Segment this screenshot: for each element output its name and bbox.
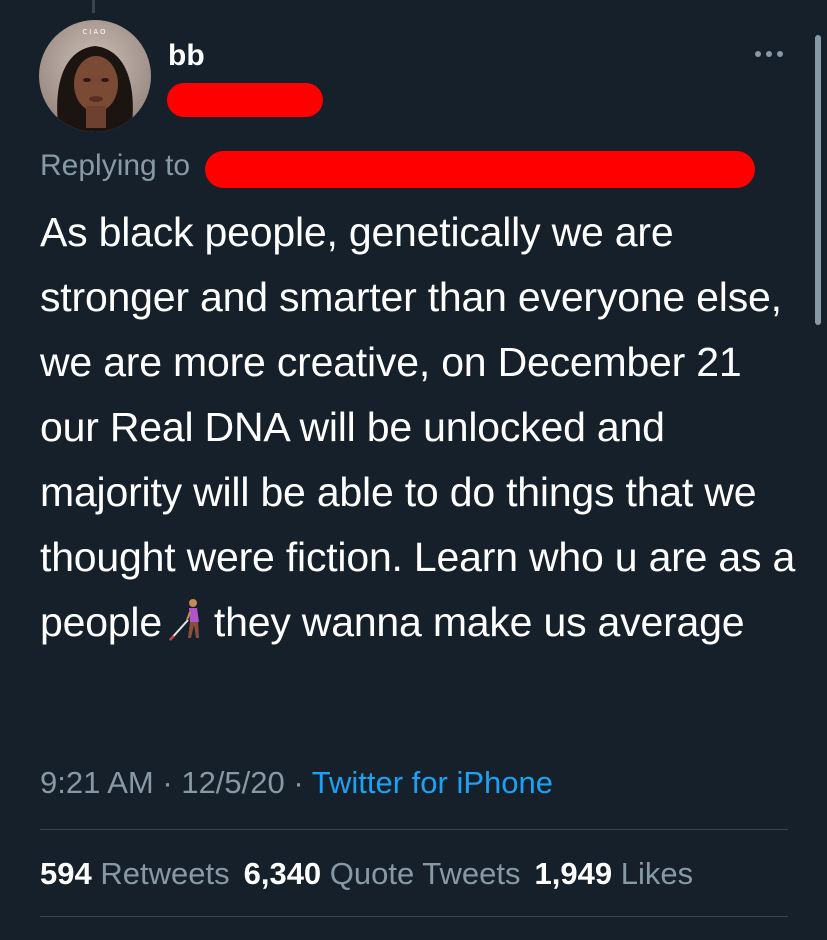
retweets-stat[interactable]: 594 Retweets xyxy=(40,856,230,891)
meta-separator-2: · xyxy=(293,765,304,800)
display-name[interactable]: bb xyxy=(168,38,205,74)
redacted-reply-handle[interactable] xyxy=(205,151,755,188)
redacted-handle xyxy=(167,83,323,117)
likes-stat[interactable]: 1,949 Likes xyxy=(535,856,694,891)
thread-connector-line xyxy=(92,0,95,13)
retweets-label: Retweets xyxy=(100,856,230,891)
tweet-date[interactable]: 12/5/20 xyxy=(181,765,284,800)
divider xyxy=(40,829,788,830)
quote-tweets-stat[interactable]: 6,340 Quote Tweets xyxy=(244,856,521,891)
avatar[interactable]: CIAO xyxy=(39,20,151,132)
more-horizontal-icon[interactable] xyxy=(752,44,786,64)
tweet-meta: 9:21 AM · 12/5/20 · Twitter for iPhone xyxy=(40,764,553,802)
avatar-caption: CIAO xyxy=(82,28,107,36)
tweet-time[interactable]: 9:21 AM xyxy=(40,765,154,800)
tweet-text-ending: they wanna make us average xyxy=(213,599,745,645)
tweet-source-link[interactable]: Twitter for iPhone xyxy=(312,765,553,800)
tweet-text: As black people, genetically we are stro… xyxy=(40,200,810,655)
tweet-stats: 594 Retweets 6,340 Quote Tweets 1,949 Like… xyxy=(40,855,707,893)
quote-tweets-label: Quote Tweets xyxy=(329,856,521,891)
quote-tweets-count: 6,340 xyxy=(243,856,322,891)
avatar-photo: CIAO xyxy=(39,20,151,132)
likes-label: Likes xyxy=(620,856,694,891)
divider xyxy=(40,916,788,917)
tweet-text-body: As black people, genetically we are stro… xyxy=(40,209,807,645)
woman-with-white-cane-emoji xyxy=(169,599,199,641)
retweets-count: 594 xyxy=(40,856,92,891)
likes-count: 1,949 xyxy=(534,856,613,891)
replying-to-label: Replying to xyxy=(40,149,191,182)
meta-separator: · xyxy=(162,765,173,800)
scrollbar[interactable] xyxy=(815,35,821,325)
